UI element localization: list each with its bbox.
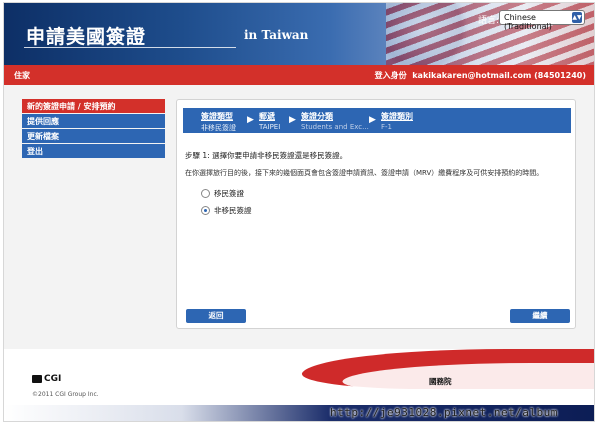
title-underline bbox=[24, 47, 236, 48]
step-question: 步驟 1: 選擇你要申請非移民簽證還是移民簽證。 bbox=[185, 151, 348, 160]
step-title: 簽證分類 bbox=[301, 112, 333, 121]
login-user: kakikakaren@hotmail.com (84501240) bbox=[412, 71, 586, 80]
continue-button[interactable]: 繼續 bbox=[510, 309, 570, 323]
site-title: 申請美國簽證 bbox=[26, 26, 147, 48]
image-watermark: http://je931028.pixnet.net/album bbox=[330, 406, 558, 419]
top-nav-bar: 住家 登入身份 kakikakaren@hotmail.com (8450124… bbox=[4, 65, 594, 85]
sidebar-item-logout[interactable]: 登出 bbox=[22, 144, 165, 158]
language-select[interactable]: Chinese (Traditional) ▲▼ bbox=[499, 10, 585, 31]
login-label: 登入身份 bbox=[374, 71, 407, 80]
step-value: Students and Exc... bbox=[301, 123, 369, 131]
cgi-logo-text: CGI bbox=[44, 374, 62, 384]
chevron-right-icon: ▶ bbox=[289, 115, 296, 125]
step-title: 郵遞 bbox=[259, 112, 275, 121]
step-visa-type[interactable]: 簽證類型 非移民簽證 bbox=[201, 111, 236, 133]
cgi-mark-icon bbox=[32, 375, 42, 383]
step-visa-class[interactable]: 簽證類別 F-1 bbox=[381, 111, 413, 131]
language-selected-value: Chinese (Traditional) bbox=[504, 13, 552, 31]
chevron-right-icon: ▶ bbox=[369, 115, 376, 125]
app-window: 申請美國簽證 in Taiwan 語言: Chinese (Traditiona… bbox=[3, 2, 595, 422]
radio-immigrant[interactable] bbox=[201, 189, 210, 198]
copyright: ©2011 CGI Group Inc. bbox=[32, 391, 99, 398]
step-visa-category[interactable]: 簽證分類 Students and Exc... bbox=[301, 111, 369, 131]
site-region: in Taiwan bbox=[244, 28, 309, 42]
sidebar-item-provide-response[interactable]: 提供回應 bbox=[22, 114, 165, 128]
option-nonimmigrant-visa[interactable]: 非移民簽證 bbox=[201, 205, 252, 216]
radio-nonimmigrant[interactable] bbox=[201, 206, 210, 215]
department-name: 國務院 bbox=[429, 377, 452, 386]
step-value: 非移民簽證 bbox=[201, 124, 236, 132]
step-post[interactable]: 郵遞 TAIPEI bbox=[259, 111, 280, 131]
travel-site-link[interactable]: www.travel.state.gov bbox=[429, 392, 526, 401]
sidebar-item-new-application[interactable]: 新的簽證申請 / 安排預約 bbox=[22, 99, 165, 113]
option-label: 非移民簽證 bbox=[214, 206, 252, 215]
step-title: 簽證類型 bbox=[201, 112, 233, 121]
chevron-right-icon: ▶ bbox=[247, 115, 254, 125]
step-breadcrumb: 簽證類型 非移民簽證 ▶ 郵遞 TAIPEI ▶ 簽證分類 Students a… bbox=[183, 108, 571, 133]
site-header: 申請美國簽證 in Taiwan 語言: Chinese (Traditiona… bbox=[4, 3, 594, 65]
back-button[interactable]: 返回 bbox=[186, 309, 246, 323]
home-link[interactable]: 住家 bbox=[14, 70, 30, 81]
chevron-updown-icon: ▲▼ bbox=[572, 12, 582, 23]
sidebar-menu: 新的簽證申請 / 安排預約 提供回應 更新檔案 登出 bbox=[22, 99, 165, 159]
sidebar-item-update-profile[interactable]: 更新檔案 bbox=[22, 129, 165, 143]
step-title: 簽證類別 bbox=[381, 112, 413, 121]
step-value: TAIPEI bbox=[259, 123, 281, 131]
login-status: 登入身份 kakikakaren@hotmail.com (84501240) bbox=[375, 70, 586, 81]
step-value: F-1 bbox=[381, 123, 393, 131]
language-label: 語言: bbox=[478, 16, 500, 26]
main-panel: 簽證類型 非移民簽證 ▶ 郵遞 TAIPEI ▶ 簽證分類 Students a… bbox=[176, 99, 576, 329]
cgi-logo: CGI bbox=[32, 374, 61, 384]
option-immigrant-visa[interactable]: 移民簽證 bbox=[201, 188, 244, 199]
step-description: 在你選擇旅行目的後，接下來的幾個面頁會包含簽證申請資訊、簽證申請（MRV）繳費程… bbox=[185, 169, 544, 177]
option-label: 移民簽證 bbox=[214, 189, 244, 198]
